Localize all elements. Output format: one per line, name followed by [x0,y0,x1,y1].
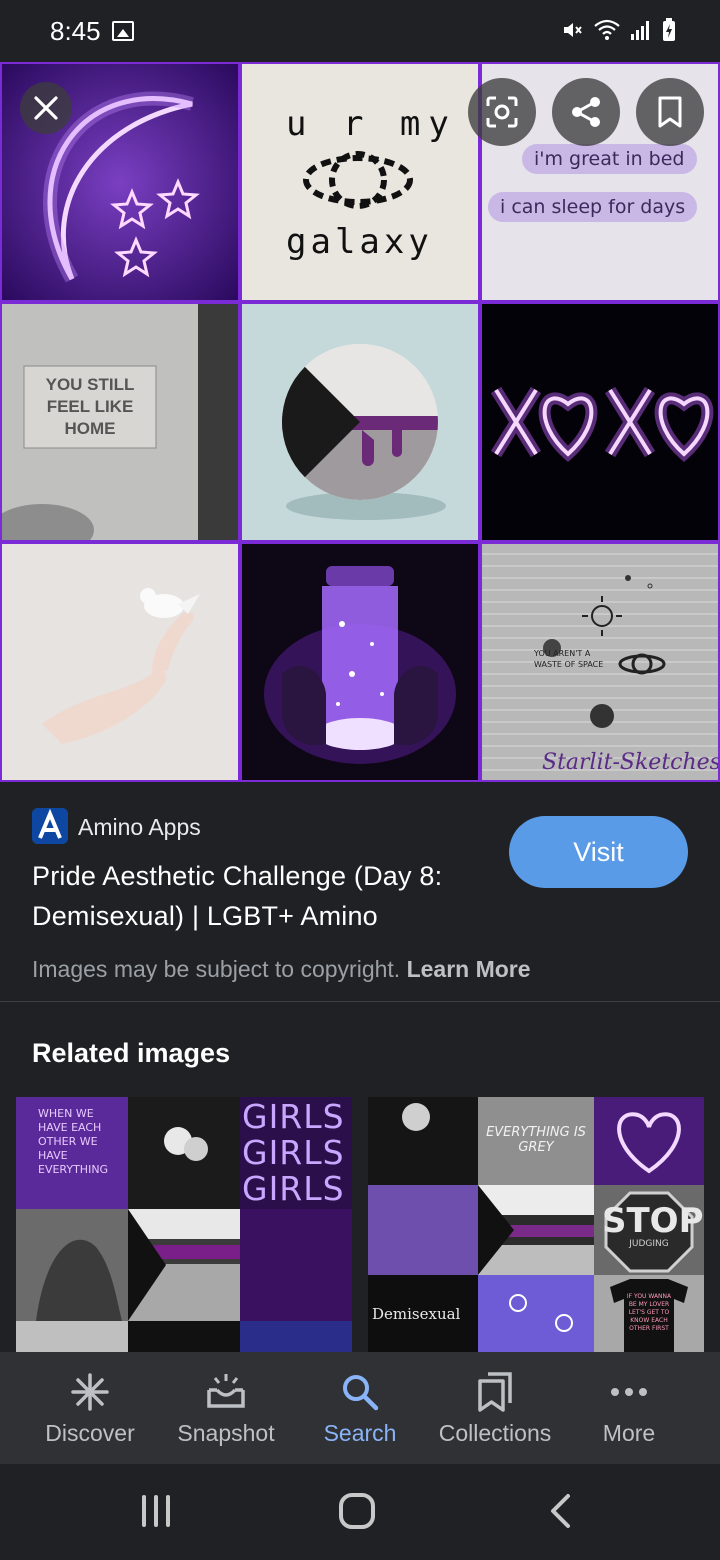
sketch-text: YOU AREN'T A WASTE OF SPACE [534,649,604,669]
sketch-signature: Starlit-Sketches [542,750,718,775]
lens-icon [486,96,518,128]
amino-logo-icon [32,808,68,844]
galaxy-text-top: u r my [286,104,457,144]
related-2-demi-text: Demisexual [372,1305,461,1323]
related-2-shirt-text: IF YOU WANNA BE MY LOVER LET'S GET TO KN… [626,1293,672,1332]
tile-hand-bird [2,544,238,780]
close-icon [34,96,58,120]
close-button[interactable] [20,82,72,134]
message-bubble-2: i can sleep for days [488,192,698,222]
recents-button[interactable] [126,1486,186,1536]
tile-home-sign: YOU STILL FEEL LIKE HOME [2,304,238,540]
divider [0,1001,720,1002]
related-images-heading: Related images [32,1038,231,1068]
system-nav-bar [0,1464,720,1560]
copyright-text: Images may be subject to copyright. [32,956,401,982]
source-name[interactable]: Amino Apps [78,814,201,841]
status-time: 8:45 [50,16,101,46]
snapshot-icon [204,1370,248,1414]
tile-galaxy-embroidery: u r my galaxy [242,64,478,300]
signal-icon [631,21,649,40]
nav-more-label: More [602,1420,656,1446]
related-2-stop-text: STOP [602,1201,704,1241]
related-image-2[interactable]: EVERYTHING IS GREY STOP JUDGING Demisexu… [368,1097,704,1353]
nav-snapshot-label: Snapshot [177,1420,275,1446]
nav-search[interactable]: Search [288,1352,432,1464]
battery-charging-icon [663,18,675,41]
result-title[interactable]: Pride Aesthetic Challenge (Day 8: Demise… [32,856,502,936]
nav-search-label: Search [323,1420,397,1446]
search-icon [338,1370,382,1414]
related-2-grey-text: EVERYTHING IS GREY [486,1125,586,1155]
related-1-girls-3: GIRLS [242,1169,345,1208]
nav-discover[interactable]: Discover [18,1352,162,1464]
image-preview[interactable]: u r my galaxy i'm great in bed i can sle… [0,62,720,782]
wifi-icon [594,19,620,40]
tile-space-sketch: YOU AREN'T A WASTE OF SPACE Starlit-Sket… [482,544,718,780]
gallery-notification-icon [112,21,134,41]
related-image-1[interactable]: WHEN WE HAVE EACH OTHER WE HAVE EVERYTHI… [16,1097,352,1353]
home-sign-text: YOU STILL FEEL LIKE HOME [45,375,135,438]
recents-icon [142,1495,170,1527]
mute-icon [564,23,582,37]
more-icon [607,1370,651,1414]
lens-button[interactable] [468,78,536,146]
learn-more-link[interactable]: Learn More [407,956,531,982]
nav-more[interactable]: More [557,1352,701,1464]
nav-snapshot[interactable]: Snapshot [154,1352,298,1464]
related-1-wall-text: WHEN WE HAVE EACH OTHER WE HAVE EVERYTHI… [38,1107,109,1176]
galaxy-text-bottom: galaxy [286,222,433,262]
message-bubble-1: i'm great in bed [522,144,697,174]
nav-collections-label: Collections [438,1420,552,1446]
copyright-notice: Images may be subject to copyright. Lear… [32,956,531,983]
share-button[interactable] [552,78,620,146]
bottom-nav: Discover Snapshot Search Collections Mor… [0,1352,720,1464]
home-icon [339,1493,375,1529]
collections-icon [473,1370,517,1414]
visit-button[interactable]: Visit [509,816,688,888]
bookmark-button[interactable] [636,78,704,146]
back-icon [551,1494,570,1528]
related-1-girls-2: GIRLS [242,1133,345,1172]
home-button[interactable] [327,1486,387,1536]
related-2-judging-text: JUDGING [629,1239,669,1249]
status-icons [560,18,676,42]
related-1-girls-1: GIRLS [242,1097,345,1136]
asterisk-icon [68,1370,112,1414]
status-bar: 8:45 [0,0,720,62]
tile-neon-xoxo [482,304,718,540]
nav-discover-label: Discover [45,1420,135,1446]
tile-demisexual-pin [242,304,478,540]
bookmark-icon [658,96,682,128]
back-button[interactable] [530,1486,590,1536]
nav-collections[interactable]: Collections [423,1352,567,1464]
tile-glowing-jar [242,544,478,780]
share-icon [572,97,600,127]
